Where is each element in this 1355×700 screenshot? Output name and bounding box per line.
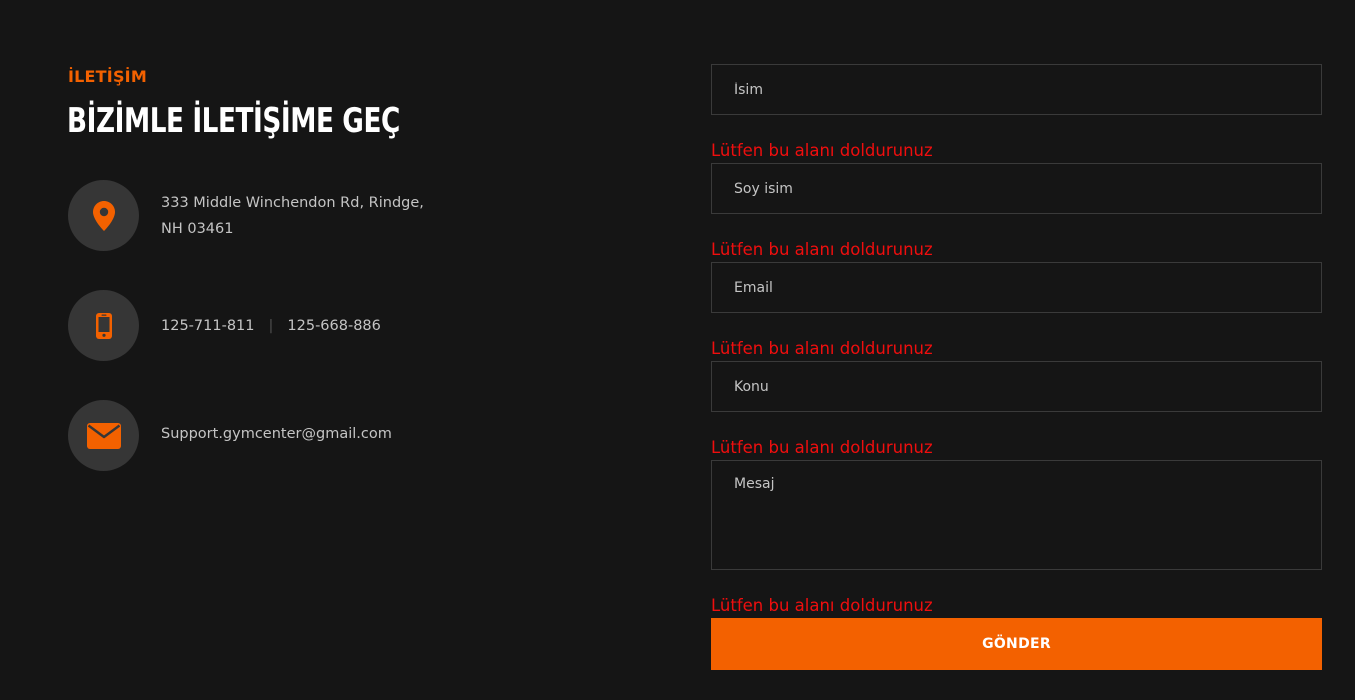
page-title: BİZİMLE İLETİŞİME GEÇ (67, 101, 400, 141)
phone-number-1: 125-711-811 (161, 318, 255, 334)
address-line-1: 333 Middle Winchendon Rd, Rindge, (161, 195, 424, 211)
first-name-input[interactable] (712, 65, 1321, 114)
subject-field (711, 361, 1322, 412)
mobile-phone-icon (68, 290, 139, 361)
last-name-field (711, 163, 1322, 214)
address-line-2: NH 03461 (161, 221, 234, 237)
subject-error: Lütfen bu alanı doldurunuz (711, 438, 933, 457)
contact-section: İLETİŞİM BİZİMLE İLETİŞİME GEÇ 333 Middl… (0, 0, 1355, 700)
last-name-input[interactable] (712, 164, 1321, 213)
phone-separator: | (268, 318, 274, 334)
email-error: Lütfen bu alanı doldurunuz (711, 339, 933, 358)
submit-button[interactable]: GÖNDER (711, 618, 1322, 670)
message-error: Lütfen bu alanı doldurunuz (711, 596, 933, 615)
last-name-error: Lütfen bu alanı doldurunuz (711, 240, 933, 259)
phone-numbers: 125-711-811 | 125-668-886 (161, 313, 381, 339)
envelope-icon (68, 400, 139, 471)
email-address: Support.gymcenter@gmail.com (161, 426, 392, 442)
email-field (711, 262, 1322, 313)
address: 333 Middle Winchendon Rd, Rindge, NH 034… (161, 190, 424, 242)
phone-number-2: 125-668-886 (287, 318, 381, 334)
message-textarea[interactable] (712, 461, 1321, 569)
subject-input[interactable] (712, 362, 1321, 411)
first-name-field (711, 64, 1322, 115)
section-eyebrow: İLETİŞİM (68, 67, 147, 86)
email-input[interactable] (712, 263, 1321, 312)
first-name-error: Lütfen bu alanı doldurunuz (711, 141, 933, 160)
map-pin-icon (68, 180, 139, 251)
message-field (711, 460, 1322, 570)
